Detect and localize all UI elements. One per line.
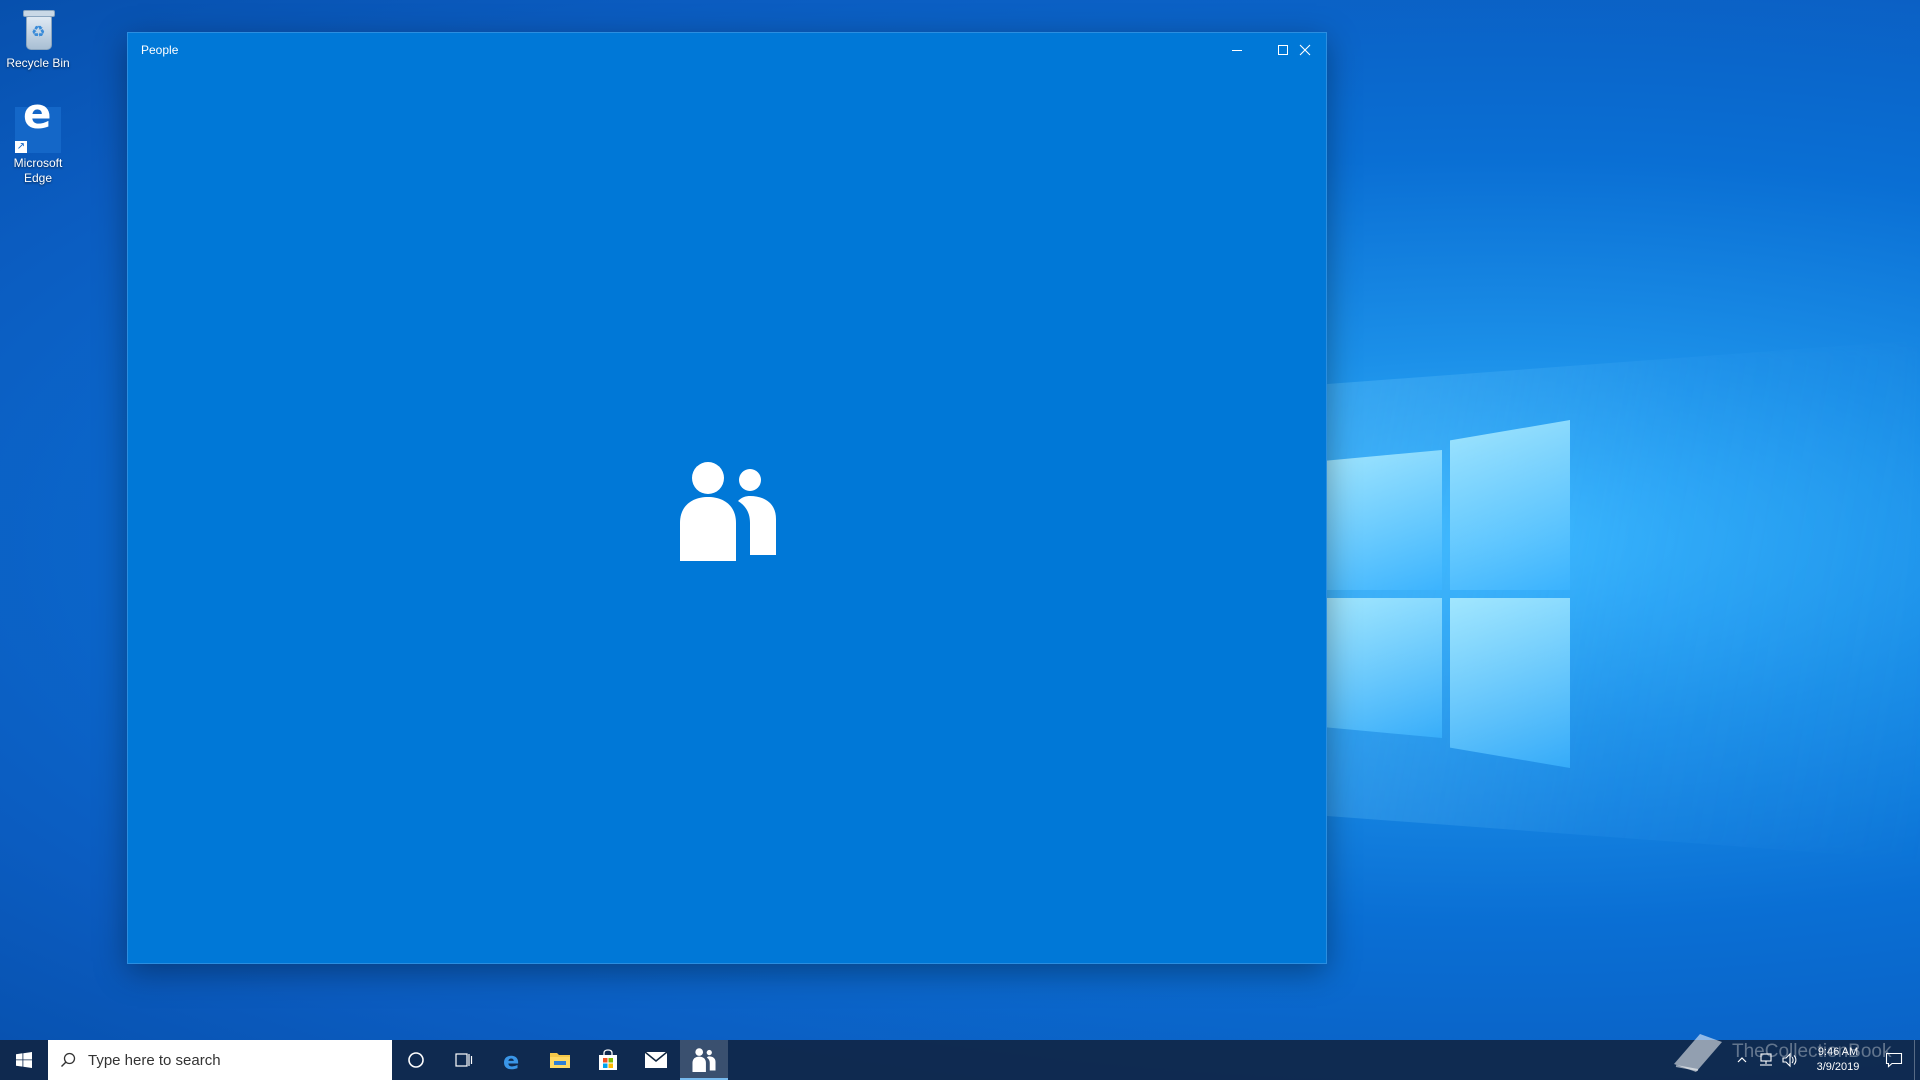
edge-icon: e ↗ [14,93,62,154]
desktop-icon-label: Microsoft Edge [13,156,63,185]
desktop-icon-recycle-bin[interactable]: ♻ Recycle Bin [0,6,76,71]
search-icon [61,1052,76,1067]
taskbar-app-edge[interactable]: e [488,1040,536,1080]
clock-time: 9:46 AM [1817,1046,1859,1058]
close-button[interactable] [1282,33,1328,66]
cortana-button[interactable] [392,1040,440,1080]
system-tray: 9:46 AM 3/9/2019 [1730,1040,1920,1080]
logo-pane [1450,420,1570,590]
store-bag-icon [599,1049,617,1070]
folder-icon [550,1053,570,1068]
recycle-bin-icon: ♻ [14,6,62,54]
search-placeholder: Type here to search [88,1051,221,1069]
network-button[interactable] [1754,1040,1778,1080]
notification-icon [1885,1052,1903,1068]
minimize-icon [1232,49,1242,51]
chevron-up-icon [1737,1057,1747,1063]
taskbar: Type here to search e 9:46 AM 3/9/2019 [0,1040,1920,1080]
logo-pane [1450,598,1570,768]
logo-pane [1320,450,1442,590]
desktop-icon-label: Recycle Bin [6,56,70,70]
desktop-icon-microsoft-edge[interactable]: e ↗ Microsoft Edge [0,93,76,186]
show-hidden-icons-button[interactable] [1730,1040,1754,1080]
action-center-button[interactable] [1874,1040,1914,1080]
logo-pane [1320,598,1442,738]
show-desktop-button[interactable] [1914,1040,1920,1080]
cortana-circle-icon [408,1052,424,1068]
task-view-button[interactable] [440,1040,488,1080]
shortcut-arrow-icon: ↗ [15,141,27,153]
people-app-window[interactable]: People [127,32,1327,964]
taskbar-app-mail[interactable] [632,1040,680,1080]
close-icon [1299,44,1311,55]
windows-wallpaper-logo [1320,420,1570,780]
taskbar-app-store[interactable] [584,1040,632,1080]
clock-date: 3/9/2019 [1816,1061,1860,1073]
windows-start-icon [16,1052,32,1068]
minimize-button[interactable] [1214,33,1260,66]
task-view-icon [455,1053,473,1067]
edge-icon: e [503,1048,519,1072]
taskbar-app-file-explorer[interactable] [536,1040,584,1080]
svg-text:e: e [503,1048,519,1072]
people-icon [692,1048,716,1072]
taskbar-search-box[interactable]: Type here to search [48,1040,392,1080]
title-bar[interactable]: People [128,33,1326,66]
mail-icon [644,1051,668,1068]
network-icon [1760,1053,1772,1066]
volume-icon [1782,1052,1797,1068]
people-icon [680,462,776,561]
window-title: People [141,43,179,57]
taskbar-clock[interactable]: 9:46 AM 3/9/2019 [1802,1045,1874,1075]
start-button[interactable] [0,1040,48,1080]
volume-button[interactable] [1778,1040,1802,1080]
taskbar-app-people[interactable] [680,1040,728,1080]
